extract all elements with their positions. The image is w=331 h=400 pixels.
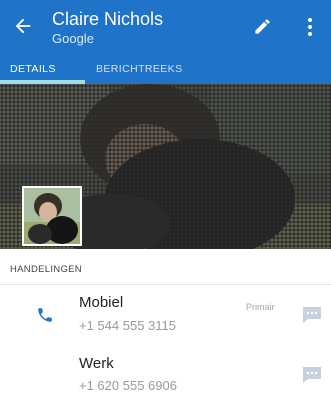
phone-icon[interactable] xyxy=(36,306,54,324)
phone-type-label: Mobiel xyxy=(79,294,124,311)
contact-avatar[interactable] xyxy=(22,186,82,246)
tab-berichtreeks[interactable]: BERICHTREEKS xyxy=(96,63,182,75)
primary-badge: Primair xyxy=(246,302,275,312)
message-icon[interactable] xyxy=(302,306,322,324)
contact-name: Claire Nichols xyxy=(52,9,164,29)
more-vert-icon[interactable] xyxy=(303,16,317,38)
section-divider xyxy=(0,284,331,285)
app-bar: Claire Nichols Google xyxy=(0,0,331,53)
tab-details[interactable]: DETAILS xyxy=(10,63,56,75)
phone-type-label: Werk xyxy=(79,355,114,372)
back-arrow-icon[interactable] xyxy=(12,15,34,37)
edit-pencil-icon[interactable] xyxy=(253,17,272,36)
section-title-handelingen: HANDELINGEN xyxy=(10,264,82,275)
phone-number: +1 544 555 3115 xyxy=(79,318,176,333)
account-label: Google xyxy=(52,31,94,46)
phone-number: +1 620 555 6906 xyxy=(79,378,177,393)
message-icon[interactable] xyxy=(302,366,322,384)
